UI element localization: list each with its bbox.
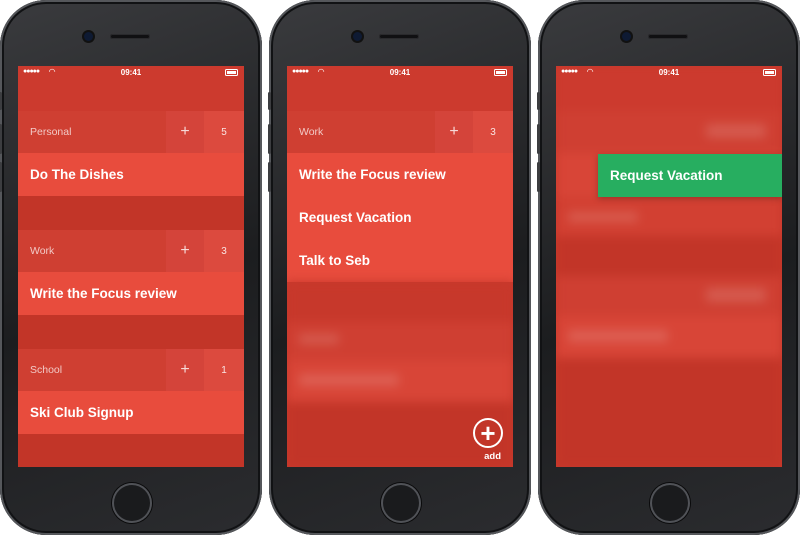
volume-down-button xyxy=(268,162,271,192)
task-count-badge: 1 xyxy=(204,349,244,391)
task-item[interactable]: Write the Focus review xyxy=(18,272,244,315)
mute-switch xyxy=(268,92,271,110)
front-camera xyxy=(353,32,362,41)
task-count-badge: 3 xyxy=(204,230,244,272)
group-title: Work xyxy=(30,245,55,257)
blurred-background-list xyxy=(556,66,782,467)
group-header-work[interactable]: Work + 3 xyxy=(287,111,513,153)
task-item[interactable]: Talk to Seb xyxy=(287,239,513,282)
phone-3: ●●●●● ◠ 09:41 Request Vacation xyxy=(537,0,800,535)
task-item[interactable]: Write the Focus review xyxy=(287,153,513,196)
battery-icon xyxy=(225,69,238,76)
earpiece-speaker xyxy=(379,34,419,39)
add-task-button[interactable]: + xyxy=(166,349,204,391)
group-divider xyxy=(18,315,244,349)
add-task-button[interactable]: + xyxy=(166,230,204,272)
task-item[interactable]: Ski Club Signup xyxy=(18,391,244,434)
mute-switch xyxy=(537,92,540,110)
home-button[interactable] xyxy=(381,483,421,523)
dragging-task-card[interactable]: Request Vacation xyxy=(598,154,782,197)
group-header-personal[interactable]: Personal + 5 xyxy=(18,111,244,153)
task-item[interactable]: Do The Dishes xyxy=(18,153,244,196)
home-button[interactable] xyxy=(650,483,690,523)
group-title: Work xyxy=(299,126,324,138)
group-title: Personal xyxy=(30,126,72,138)
add-task-button[interactable]: + xyxy=(166,111,204,153)
volume-up-button xyxy=(268,124,271,154)
mute-switch xyxy=(0,92,2,110)
status-time: 09:41 xyxy=(120,68,142,77)
add-button[interactable]: + xyxy=(473,418,503,448)
task-item[interactable]: Request Vacation xyxy=(287,196,513,239)
screen-group-detail: ●●●●● ◠ 09:41 Work + 3 Write the Focus r… xyxy=(287,66,513,467)
status-bar: ●●●●● ◠ 09:41 xyxy=(18,66,244,80)
group-title: School xyxy=(30,364,63,376)
screen-drag-task: ●●●●● ◠ 09:41 Request Vacation xyxy=(556,66,782,467)
screen-lists: ●●●●● ◠ 09:41 Personal + 5 Do The Dishes… xyxy=(18,66,244,467)
home-button[interactable] xyxy=(112,483,152,523)
volume-down-button xyxy=(0,162,2,192)
volume-down-button xyxy=(537,162,540,192)
phone-1: ●●●●● ◠ 09:41 Personal + 5 Do The Dishes… xyxy=(0,0,262,535)
status-bar: ●●●●● ◠ 09:41 xyxy=(556,66,782,80)
phone-2: ●●●●● ◠ 09:41 Work + 3 Write the Focus r… xyxy=(268,0,531,535)
group-header-work[interactable]: Work + 3 xyxy=(18,230,244,272)
bottom-spacer xyxy=(18,434,244,467)
group-header-school[interactable]: School + 1 xyxy=(18,349,244,391)
add-task-button[interactable]: + xyxy=(435,111,473,153)
add-button-label: add xyxy=(484,451,501,462)
battery-icon xyxy=(494,69,507,76)
earpiece-speaker xyxy=(648,34,688,39)
task-count-badge: 3 xyxy=(473,111,513,153)
earpiece-speaker xyxy=(110,34,150,39)
task-count-badge: 5 xyxy=(204,111,244,153)
volume-up-button xyxy=(537,124,540,154)
status-bar: ●●●●● ◠ 09:41 xyxy=(287,66,513,80)
group-divider xyxy=(18,196,244,230)
status-time: 09:41 xyxy=(389,68,411,77)
status-time: 09:41 xyxy=(658,68,680,77)
battery-icon xyxy=(763,69,776,76)
volume-up-button xyxy=(0,124,2,154)
front-camera xyxy=(622,32,631,41)
front-camera xyxy=(84,32,93,41)
